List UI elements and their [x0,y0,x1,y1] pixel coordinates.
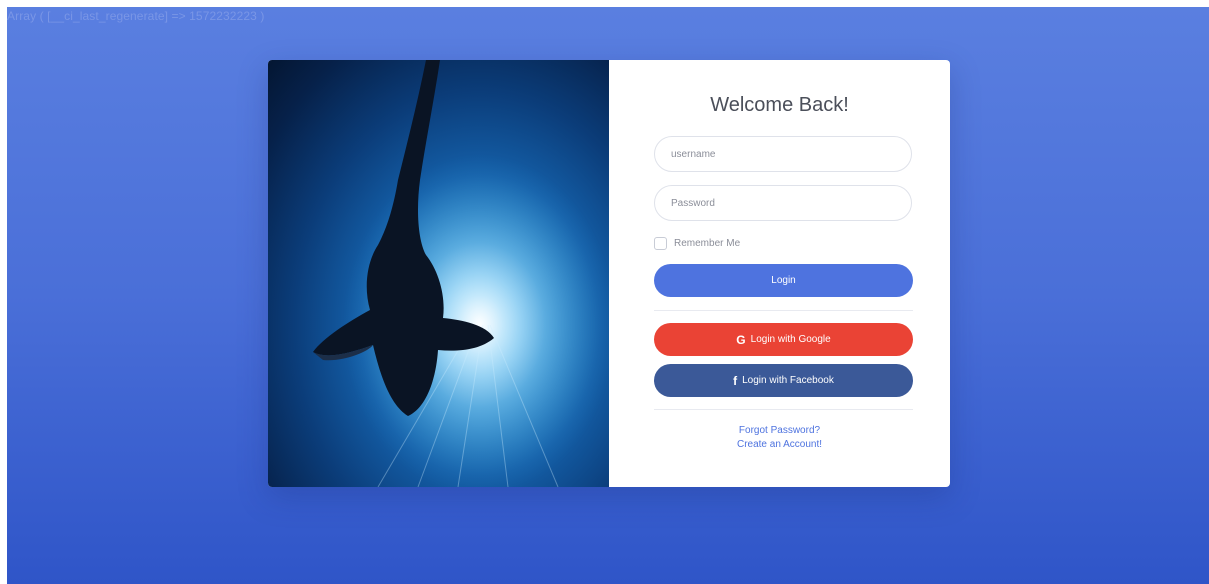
login-card: Welcome Back! Remember Me Login G Login … [268,60,950,487]
remember-me[interactable]: Remember Me [654,237,740,250]
shark-illustration [268,60,609,487]
divider [654,409,913,410]
create-account-link[interactable]: Create an Account! [609,439,950,450]
facebook-login-label: Login with Facebook [742,375,834,386]
remember-me-checkbox[interactable] [654,237,667,250]
login-button[interactable]: Login [654,264,913,297]
forgot-password-link[interactable]: Forgot Password? [609,425,950,436]
shark-photo [268,60,609,487]
username-input[interactable] [654,136,912,172]
page-title: Welcome Back! [710,94,849,116]
divider [654,310,913,311]
login-form: Welcome Back! Remember Me Login G Login … [609,60,950,487]
debug-output: Array ( [__ci_last_regenerate] => 157223… [7,9,265,23]
google-login-button[interactable]: G Login with Google [654,323,913,356]
password-input[interactable] [654,185,912,221]
facebook-login-button[interactable]: f Login with Facebook [654,364,913,397]
login-button-label: Login [771,275,796,286]
remember-me-label: Remember Me [674,238,741,249]
google-login-label: Login with Google [750,334,831,345]
google-icon: G [736,332,746,347]
facebook-icon: f [733,373,738,388]
page-background: Array ( [__ci_last_regenerate] => 157223… [7,7,1209,584]
